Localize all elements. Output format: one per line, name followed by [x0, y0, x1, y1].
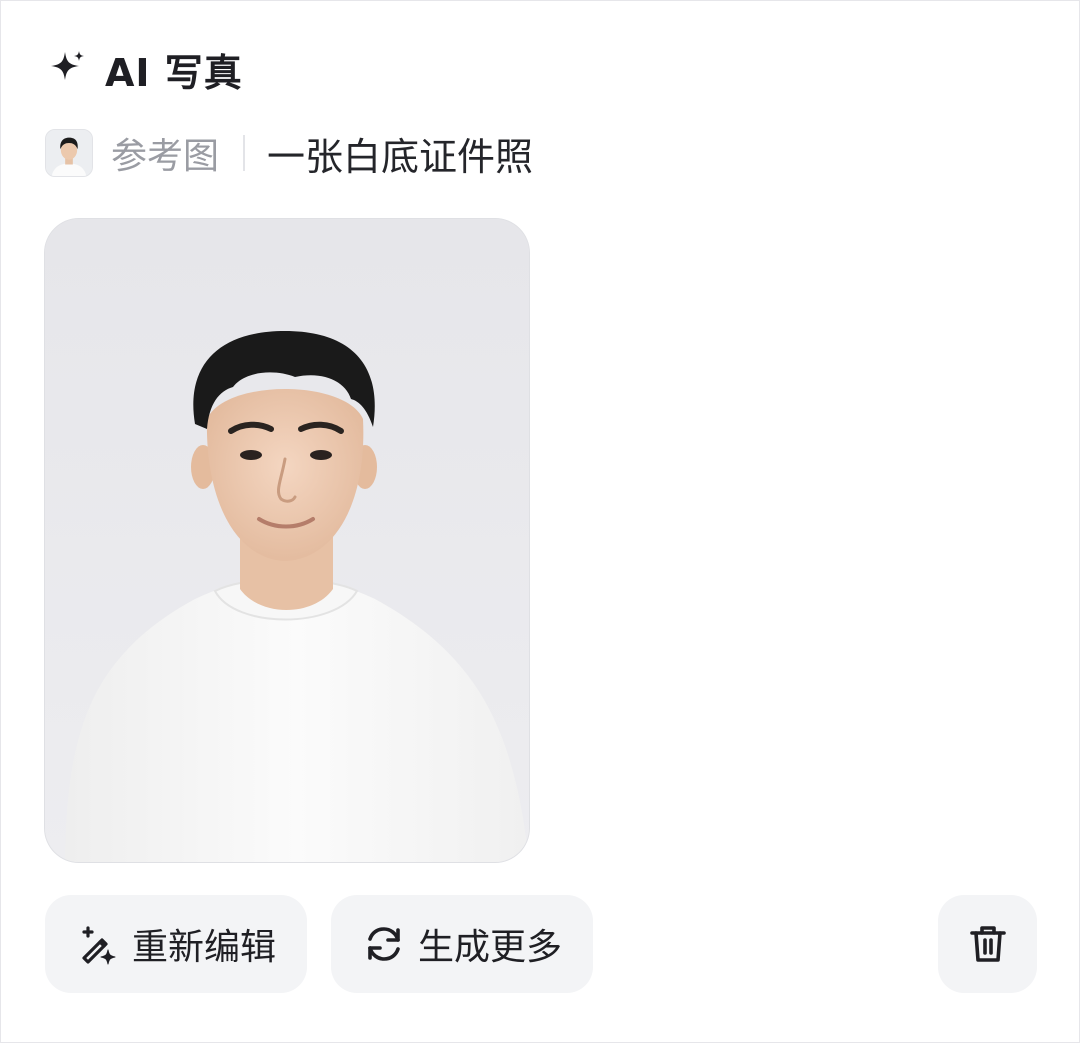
generate-more-label: 生成更多: [417, 927, 562, 968]
trash-icon: [966, 922, 1010, 966]
re-edit-label: 重新编辑: [131, 927, 276, 968]
prompt-text: 一张白底证件照: [267, 134, 534, 179]
ai-portrait-card: AI 写真 参考图 一张白底证件照 重新编辑 生成更多: [0, 0, 1080, 1043]
sparkle-icon: [47, 49, 87, 89]
divider: [243, 135, 246, 171]
refresh-icon: [362, 922, 406, 966]
reference-image-thumbnail[interactable]: [45, 129, 93, 177]
delete-button[interactable]: [938, 895, 1037, 993]
magic-wand-icon: [76, 922, 120, 966]
card-header: AI 写真: [47, 47, 243, 95]
prompt-row: 参考图 一张白底证件照: [45, 127, 533, 179]
re-edit-button[interactable]: 重新编辑: [45, 895, 307, 993]
page-title: AI 写真: [105, 50, 243, 95]
generated-portrait-image[interactable]: [45, 219, 529, 862]
generate-more-button[interactable]: 生成更多: [331, 895, 593, 993]
reference-label: 参考图: [111, 136, 220, 177]
